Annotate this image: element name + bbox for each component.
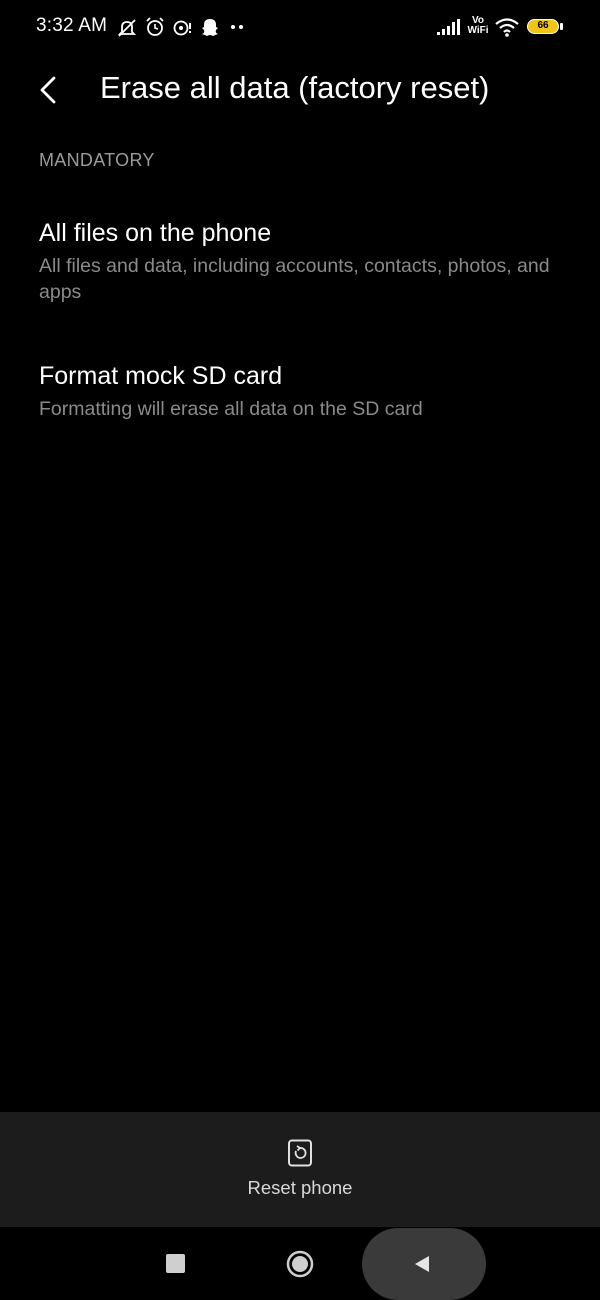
alarm-icon — [146, 17, 164, 36]
option-description: All files and data, including accounts, … — [39, 255, 550, 303]
back-triangle-icon — [415, 1256, 429, 1272]
chat-icon — [173, 20, 191, 36]
recents-button[interactable] — [166, 1254, 185, 1273]
more-dots-icon — [231, 25, 243, 29]
mute-icon — [117, 19, 137, 37]
nav-back-button[interactable] — [362, 1228, 486, 1300]
page-title: Erase all data (factory reset) — [100, 70, 490, 105]
battery-level: 66 — [537, 20, 549, 31]
battery-icon: 66 — [527, 19, 559, 34]
battery-cap — [560, 23, 563, 30]
reset-icon — [288, 1139, 312, 1167]
section-header: MANDATORY — [39, 150, 155, 170]
option-format-sd-card[interactable]: Format mock SD card Formatting will eras… — [39, 360, 559, 422]
back-arrow-icon — [40, 76, 56, 104]
signal-icon — [437, 19, 460, 35]
reset-phone-label: Reset phone — [247, 1177, 353, 1198]
status-bar: 3:32 AM Vo WiFi 66 — [0, 0, 600, 56]
option-title: All files on the phone — [39, 219, 272, 247]
wifi-icon — [495, 18, 519, 37]
vowifi-bottom-label: WiFi — [467, 25, 489, 36]
option-all-files[interactable]: All files on the phone All files and dat… — [39, 217, 559, 305]
reset-phone-button[interactable]: Reset phone — [220, 1125, 380, 1217]
snapchat-icon — [202, 19, 218, 36]
option-description: Formatting will erase all data on the SD… — [39, 398, 423, 420]
status-time: 3:32 AM — [36, 15, 108, 36]
option-title: Format mock SD card — [39, 362, 283, 390]
back-button[interactable] — [28, 70, 68, 110]
home-button[interactable] — [286, 1250, 314, 1278]
vowifi-icon: Vo WiFi — [466, 16, 490, 38]
